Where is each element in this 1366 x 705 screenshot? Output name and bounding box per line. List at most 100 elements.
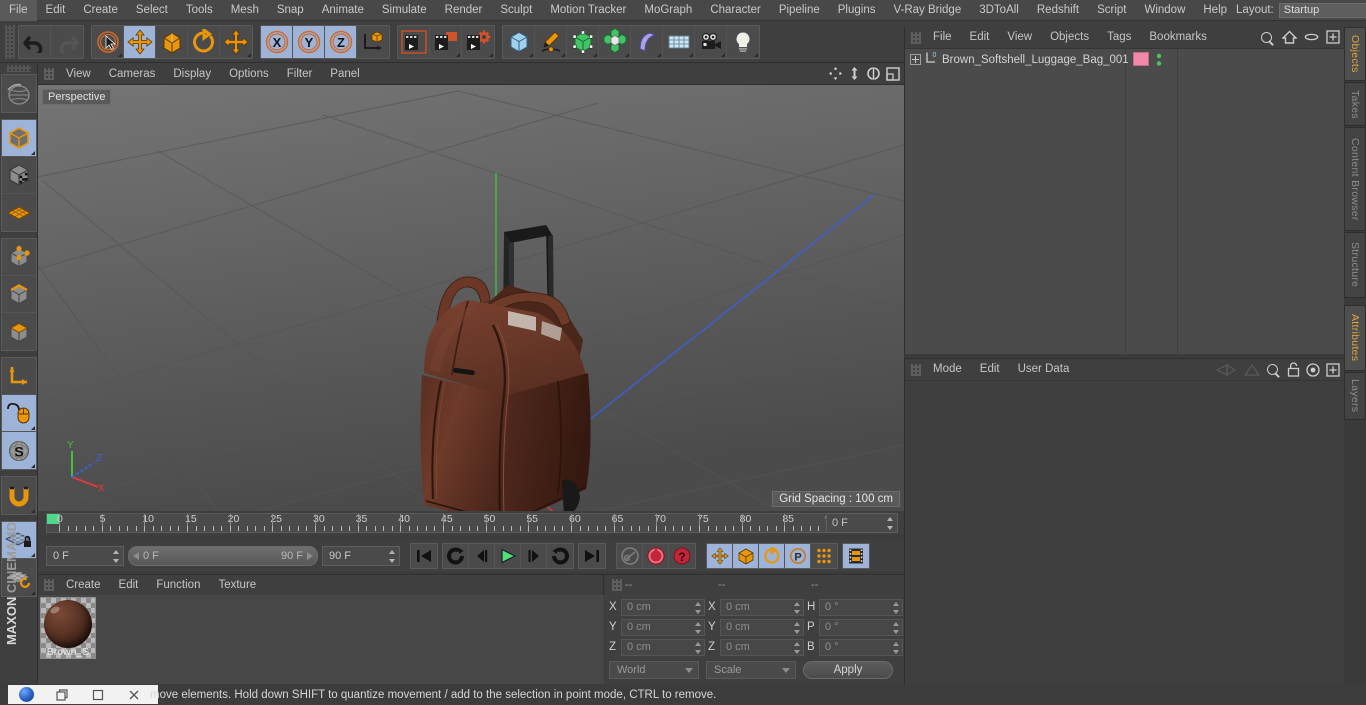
points-mode-button[interactable] [1, 239, 36, 276]
tab-structure[interactable]: Structure [1344, 232, 1366, 298]
spinner-icon[interactable] [794, 621, 801, 634]
material-menu-texture[interactable]: Texture [209, 575, 265, 595]
edges-mode-button[interactable] [1, 276, 36, 313]
attribute-manager-body[interactable] [905, 380, 1345, 685]
transform-tool[interactable] [220, 26, 252, 58]
menu-help[interactable]: Help [1194, 0, 1236, 21]
spinner-icon[interactable] [794, 601, 801, 614]
material-manager-grip[interactable] [44, 579, 54, 591]
object-manager-menu-objects[interactable]: Objects [1041, 27, 1098, 48]
object-manager-menu-file[interactable]: File [924, 27, 961, 48]
attribute-menu-user-data[interactable]: User Data [1009, 359, 1079, 380]
render-view-button[interactable] [398, 25, 430, 58]
menu-create[interactable]: Create [74, 0, 127, 21]
workplane-mode-button[interactable] [2, 194, 36, 231]
lock-z-axis-button[interactable]: Z [325, 25, 357, 58]
add-camera-button[interactable] [695, 25, 727, 58]
search-icon[interactable] [1261, 31, 1275, 46]
menu-edit[interactable]: Edit [37, 0, 75, 21]
previous-keyframe-button[interactable] [443, 544, 469, 568]
viewport-menu-panel[interactable]: Panel [321, 63, 368, 85]
rotate-view-icon[interactable] [866, 66, 881, 84]
menu-v-ray-bridge[interactable]: V-Ray Bridge [884, 0, 970, 21]
position-key-button[interactable] [707, 544, 733, 568]
render-to-picture-viewer-button[interactable] [430, 25, 462, 58]
close-window-icon[interactable] [116, 685, 152, 704]
scale-key-button[interactable] [733, 544, 759, 568]
menu-pipeline[interactable]: Pipeline [770, 0, 829, 21]
pos-x-field[interactable]: 0 cm [621, 598, 705, 616]
point-level-animation-button[interactable] [811, 544, 837, 568]
add-light-button[interactable] [727, 26, 759, 58]
parameter-key-button[interactable]: P [785, 544, 811, 568]
current-frame-field[interactable]: 0 F [46, 546, 124, 566]
apply-button[interactable]: Apply [803, 661, 893, 679]
tab-content-browser[interactable]: Content Browser [1344, 127, 1366, 231]
viewport-menu-cameras[interactable]: Cameras [100, 63, 165, 85]
viewport-solo-button[interactable] [1, 395, 36, 432]
rotate-tool[interactable] [188, 25, 220, 58]
menu-mesh[interactable]: Mesh [222, 0, 268, 21]
lock-icon[interactable] [1287, 362, 1300, 380]
material-menu-create[interactable]: Create [57, 575, 110, 595]
step-forward-button[interactable] [521, 544, 547, 568]
tab-takes[interactable]: Takes [1344, 82, 1366, 126]
toolbar-grip[interactable] [5, 24, 15, 59]
material-menu-function[interactable]: Function [147, 575, 209, 595]
object-manager-menu-tags[interactable]: Tags [1098, 27, 1140, 48]
add-deformer-button[interactable] [631, 25, 663, 58]
range-left-arrow-icon[interactable] [133, 552, 139, 560]
add-environment-button[interactable] [663, 25, 695, 58]
rot-b-field[interactable]: 0 ° [819, 638, 903, 656]
add-spline-button[interactable] [535, 25, 567, 58]
home-icon[interactable] [1281, 30, 1298, 47]
enable-axis-button[interactable]: S [1, 432, 36, 469]
rot-p-field[interactable]: 0 ° [819, 618, 903, 636]
menu-window[interactable]: Window [1135, 0, 1194, 21]
add-generator-button[interactable] [567, 25, 599, 58]
redo-button[interactable] [51, 26, 83, 58]
pos-z-field[interactable]: 0 cm [621, 638, 705, 656]
keyframe-selection-button[interactable]: ? [669, 544, 695, 568]
material-manager-body[interactable]: Brown_S [38, 595, 604, 685]
max-frame-field[interactable]: 90 F [322, 546, 400, 566]
pan-view-icon[interactable] [828, 66, 843, 84]
tab-objects[interactable]: Objects [1344, 27, 1366, 81]
timeline-mode-button[interactable] [843, 544, 869, 568]
material-tag-icon[interactable] [1133, 52, 1149, 66]
spinner-icon[interactable] [695, 601, 702, 614]
object-manager-menu-bookmarks[interactable]: Bookmarks [1140, 27, 1216, 48]
texture-mode-button[interactable] [1, 157, 36, 194]
undo-button[interactable] [19, 25, 51, 58]
viewport-menu-options[interactable]: Options [220, 63, 278, 85]
maximize-view-icon[interactable] [886, 66, 900, 84]
left-toolbar-grip[interactable] [6, 65, 31, 72]
move-tool[interactable] [124, 25, 156, 58]
world-object-coord-button[interactable] [357, 26, 389, 58]
play-button[interactable] [495, 544, 521, 568]
step-back-button[interactable] [469, 544, 495, 568]
menu-character[interactable]: Character [701, 0, 770, 21]
viewport-menu-filter[interactable]: Filter [278, 63, 322, 85]
menu-tools[interactable]: Tools [177, 0, 222, 21]
lock-x-axis-button[interactable]: X [261, 25, 293, 58]
size-x-field[interactable]: 0 cm [720, 598, 804, 616]
range-right-arrow-icon[interactable] [307, 552, 313, 560]
layout-select[interactable]: Startup [1278, 2, 1366, 18]
plus-box-icon[interactable] [1326, 362, 1340, 380]
spinner-icon[interactable] [893, 601, 900, 614]
ellipse-icon[interactable] [1304, 32, 1319, 45]
material-menu-edit[interactable]: Edit [110, 575, 148, 595]
target-icon[interactable] [1306, 362, 1320, 380]
timeline-current-frame-field[interactable]: 0 F [826, 513, 898, 533]
menu-snap[interactable]: Snap [268, 0, 313, 21]
tab-attributes[interactable]: Attributes [1344, 305, 1366, 371]
go-to-start-button[interactable] [411, 544, 437, 568]
menu-sculpt[interactable]: Sculpt [491, 0, 541, 21]
object-axis-mode-button[interactable] [1, 358, 36, 395]
transform-mode-dropdown[interactable]: Scale [706, 661, 796, 679]
size-y-field[interactable]: 0 cm [720, 618, 804, 636]
tab-layers[interactable]: Layers [1344, 372, 1366, 420]
viewport-menu-view[interactable]: View [57, 63, 100, 85]
search-icon[interactable] [1267, 364, 1281, 378]
